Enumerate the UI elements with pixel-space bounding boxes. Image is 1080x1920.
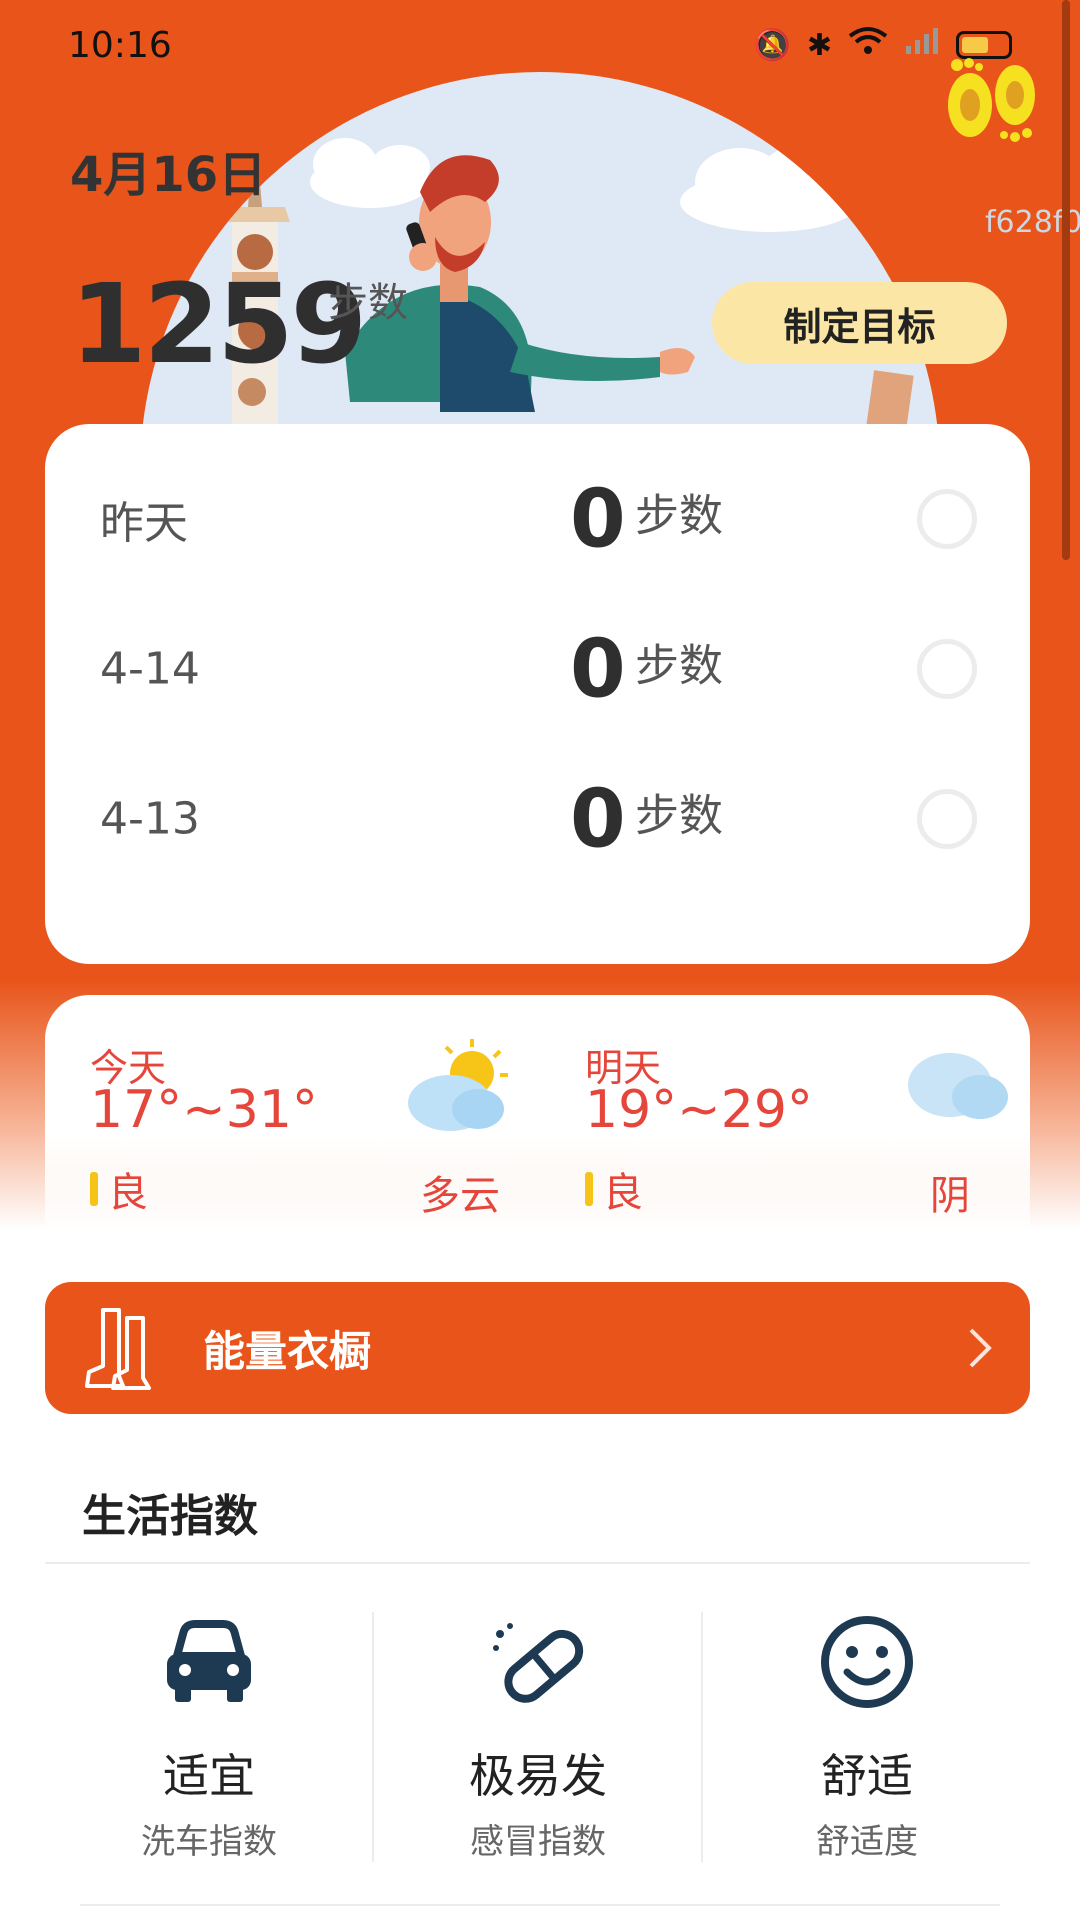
smiley-icon <box>821 1616 913 1708</box>
today-steps-unit: 步数 <box>328 280 408 326</box>
wifi-icon <box>848 26 888 64</box>
weather-today-temp: 17°~31° <box>90 1080 318 1140</box>
bottom-divider <box>80 1904 1000 1906</box>
partly-cloudy-icon <box>408 1039 508 1131</box>
history-count: 0 <box>570 472 626 566</box>
history-row[interactable]: 4-14 0 步数 <box>45 594 1030 744</box>
current-date: 4月16日 <box>70 147 267 203</box>
car-wash-value: 适宜 <box>163 1749 255 1803</box>
weather-tomorrow[interactable]: 明天 19°~29° 良 阴 <box>585 995 1025 1255</box>
weather-today-condition: 多云 <box>420 1173 500 1219</box>
life-index-item-cold[interactable]: 极易发 感冒指数 <box>374 1612 702 1862</box>
step-history-card: 昨天 0 步数 4-14 0 步数 4-13 0 步数 <box>45 424 1030 964</box>
history-date: 4-14 <box>100 643 200 695</box>
energy-wardrobe-banner[interactable]: 能量衣橱 <box>45 1282 1030 1414</box>
aqi-bar <box>585 1172 593 1206</box>
life-index-item-comfort[interactable]: 舒适 舒适度 <box>703 1612 1031 1862</box>
history-date: 昨天 <box>100 498 188 549</box>
history-row[interactable]: 昨天 0 步数 <box>45 444 1030 594</box>
energy-wardrobe-title: 能量衣橱 <box>203 1326 372 1376</box>
history-count: 0 <box>570 622 626 716</box>
cold-value: 极易发 <box>469 1749 607 1803</box>
history-radio-button[interactable] <box>917 789 977 849</box>
weather-today[interactable]: 今天 17°~31° 良 多云 <box>90 995 530 1255</box>
life-index-item-car-wash[interactable]: 适宜 洗车指数 <box>45 1612 373 1862</box>
car-icon <box>167 1620 251 1702</box>
aqi-text: 良 <box>108 1170 148 1216</box>
cold-label: 感冒指数 <box>470 1822 606 1862</box>
history-radio-button[interactable] <box>917 639 977 699</box>
status-bar: 10:16 🔕 ✱ <box>0 0 1080 90</box>
life-index-title: 生活指数 <box>82 1491 258 1542</box>
set-goal-button[interactable]: 制定目标 <box>712 282 1007 364</box>
history-count: 0 <box>570 772 626 866</box>
history-date: 4-13 <box>100 793 200 845</box>
history-row[interactable]: 4-13 0 步数 <box>45 744 1030 894</box>
history-radio-button[interactable] <box>917 489 977 549</box>
boots-icon <box>85 1308 151 1390</box>
aqi-text: 良 <box>603 1170 643 1216</box>
today-steps-count: 1259 <box>70 260 367 388</box>
comfort-label: 舒适度 <box>816 1822 918 1862</box>
comfort-value: 舒适 <box>821 1749 913 1803</box>
history-unit: 步数 <box>635 640 723 692</box>
scrollbar[interactable] <box>1062 0 1070 560</box>
cloudy-icon <box>908 1053 1008 1119</box>
aqi-bar <box>90 1172 98 1206</box>
weather-tomorrow-temp: 19°~29° <box>585 1080 813 1140</box>
status-time: 10:16 <box>68 24 172 66</box>
section-divider <box>45 1562 1030 1564</box>
weather-tomorrow-aqi: 良 <box>585 1160 643 1218</box>
pill-icon <box>493 1623 584 1703</box>
bluetooth-icon: ✱ <box>806 27 832 63</box>
history-unit: 步数 <box>635 790 723 842</box>
weather-today-aqi: 良 <box>90 1160 148 1218</box>
mute-bell-icon: 🔕 <box>753 27 791 63</box>
chevron-right-icon <box>969 1328 992 1368</box>
car-wash-label: 洗车指数 <box>141 1822 277 1862</box>
weather-card[interactable]: 今天 17°~31° 良 多云 明天 19°~29° 良 阴 <box>45 995 1030 1255</box>
footprint-logo-icon[interactable] <box>935 55 1045 145</box>
weather-tomorrow-condition: 阴 <box>930 1173 970 1219</box>
history-unit: 步数 <box>635 490 723 542</box>
